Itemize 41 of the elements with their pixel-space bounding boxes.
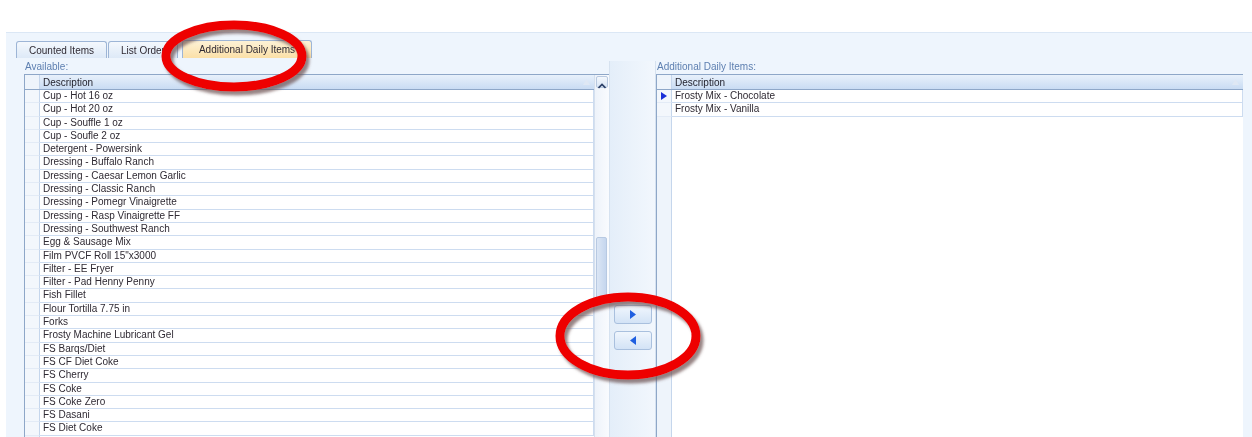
move-right-button[interactable] bbox=[613, 305, 652, 324]
table-cell: Cup - Soufle 2 oz bbox=[40, 129, 594, 144]
table-cell: Fish Fillet bbox=[40, 289, 594, 303]
row-header[interactable] bbox=[657, 90, 672, 104]
table-cell: Film PVCF Roll 15"x3000 bbox=[40, 249, 594, 263]
table-cell: Dressing - Caesar Lemon Garlic bbox=[40, 169, 594, 184]
table-cell: FS Barqs/Diet bbox=[40, 342, 594, 356]
table-cell: Frosty Machine Lubricant Gel bbox=[40, 329, 594, 343]
table-cell: Flour Tortilla 7.75 in bbox=[40, 302, 594, 317]
table-cell: Dressing - Classic Ranch bbox=[40, 183, 594, 197]
move-left-button[interactable] bbox=[613, 331, 652, 350]
table-cell: Dressing - Southwest Ranch bbox=[40, 222, 594, 237]
scrollbar[interactable] bbox=[594, 75, 609, 437]
table-cell: Detergent - Powersink bbox=[40, 143, 594, 157]
table-cell: Frosty Mix - Vanilla bbox=[672, 103, 1243, 117]
list-label: Additional Daily Items: bbox=[656, 61, 757, 74]
table-cell: Forks bbox=[40, 316, 594, 330]
table-cell: FS Coke bbox=[40, 382, 594, 396]
table-cell: Frosty Mix - Chocolate bbox=[672, 90, 1243, 104]
table-cell: FS Coke Zero bbox=[40, 395, 594, 410]
table-cell: Cup - Hot 16 oz bbox=[40, 90, 594, 104]
row-header bbox=[25, 75, 40, 89]
left-triangle-icon bbox=[629, 336, 636, 345]
scroll-up-button[interactable] bbox=[596, 76, 608, 88]
table-cell: FS CF Diet Coke bbox=[40, 355, 594, 370]
list-label: Available: bbox=[24, 61, 70, 74]
tab[interactable]: Counted Items bbox=[16, 41, 108, 58]
table-cell: Egg & Sausage Mix bbox=[40, 236, 594, 250]
table-cell: FS Cherry bbox=[40, 369, 594, 383]
table-cell: FS Diet Coke bbox=[40, 422, 594, 436]
table-cell: FS Dasani bbox=[40, 409, 594, 423]
table-cell: Filter - EE Fryer bbox=[40, 262, 594, 277]
table-cell: Dressing - Rasp Vinaigrette FF bbox=[40, 209, 594, 223]
tab[interactable]: Additional Daily Items bbox=[181, 40, 313, 58]
table-cell: Cup - Souffle 1 oz bbox=[40, 116, 594, 130]
right-triangle-icon bbox=[629, 310, 636, 319]
table-cell: Filter - Pad Henny Penny bbox=[40, 276, 594, 290]
table-cell: Dressing - Buffalo Ranch bbox=[40, 156, 594, 170]
row-header bbox=[657, 75, 672, 89]
table-cell: Cup - Hot 20 oz bbox=[40, 103, 594, 117]
table-cell: Dressing - Pomegr Vinaigrette bbox=[40, 196, 594, 210]
